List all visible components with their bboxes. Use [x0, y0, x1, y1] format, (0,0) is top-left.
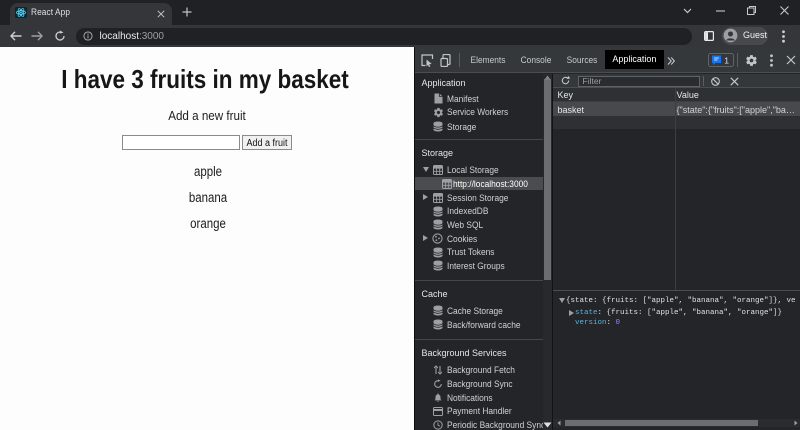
svg-text:1: 1	[724, 56, 729, 66]
